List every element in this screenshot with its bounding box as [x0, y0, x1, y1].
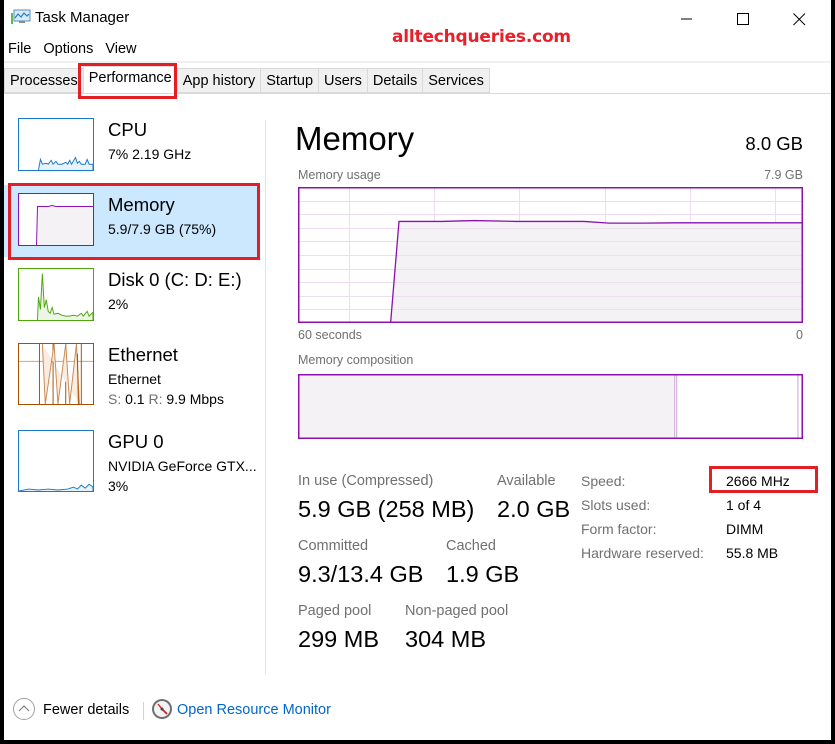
tab-users[interactable]: Users: [318, 68, 367, 93]
tab-performance[interactable]: Performance: [82, 66, 177, 94]
usage-chart-label: Memory usage: [298, 168, 381, 182]
in-use-value: 5.9 GB (258 MB): [298, 496, 475, 522]
cached-label: Cached: [446, 538, 496, 554]
tab-bar: Processes Performance App history Startu…: [4, 66, 490, 94]
hardware-reserved-label: Hardware reserved:: [581, 545, 704, 561]
available-value: 2.0 GB: [497, 496, 571, 522]
composition-in-use-segment: [298, 374, 675, 439]
slots-used-value: 1 of 4: [726, 497, 762, 513]
disk-usage-text: 2%: [108, 296, 129, 312]
composition-chart-label: Memory composition: [298, 353, 414, 367]
available-label: Available: [497, 473, 556, 489]
memory-label: Memory: [108, 194, 175, 215]
tab-startup[interactable]: Startup: [260, 68, 319, 93]
minimize-icon: [681, 18, 692, 20]
title-bar: Task Manager alltechqueries.com: [4, 0, 831, 47]
in-use-label: In use (Compressed): [298, 473, 434, 489]
usage-chart-max: 7.9 GB: [764, 168, 803, 182]
paged-pool-value: 299 MB: [298, 626, 379, 652]
sidebar-item-gpu[interactable]: GPU 0 NVIDIA GeForce GTX... 3%: [4, 422, 260, 494]
committed-label: Committed: [298, 538, 369, 554]
cpu-label: CPU: [108, 119, 148, 140]
tab-services[interactable]: Services: [422, 68, 490, 93]
sidebar-item-disk[interactable]: Disk 0 (C: D: E:) 2%: [4, 260, 260, 332]
resource-monitor-icon[interactable]: [151, 698, 173, 720]
receive-value: 9.9 Mbps: [166, 391, 224, 407]
menu-separator: [4, 61, 831, 63]
sidebar-item-ethernet[interactable]: Ethernet Ethernet S: 0.1 R: 9.9 Mbps: [4, 335, 260, 407]
main-title: Memory: [295, 120, 415, 157]
gpu-thumbnail-graph: [18, 430, 94, 492]
sidebar-item-memory[interactable]: Memory 5.9/7.9 GB (75%): [4, 185, 260, 257]
menu-view[interactable]: View: [101, 39, 141, 61]
total-memory: 8.0 GB: [745, 133, 803, 154]
slots-used-label: Slots used:: [581, 497, 651, 513]
non-paged-pool-label: Non-paged pool: [405, 603, 509, 619]
sidebar-item-cpu[interactable]: CPU 7% 2.19 GHz: [4, 110, 260, 182]
watermark: alltechqueries.com: [392, 27, 571, 47]
form-factor-label: Form factor:: [581, 521, 657, 537]
ethernet-label: Ethernet: [108, 344, 178, 365]
cpu-usage-text: 7% 2.19 GHz: [108, 146, 192, 162]
committed-value: 9.3/13.4 GB: [298, 561, 424, 587]
gpu-label: GPU 0: [108, 431, 164, 452]
maximize-icon: [736, 12, 749, 25]
speed-value: 2666 MHz: [726, 473, 790, 489]
footer-separator: [143, 702, 144, 720]
memory-composition-bar: [298, 374, 803, 439]
memory-usage-graph: [298, 187, 803, 323]
tab-details[interactable]: Details: [366, 68, 423, 93]
chevron-up-circle-icon[interactable]: [12, 697, 36, 721]
open-resource-monitor-link[interactable]: Open Resource Monitor: [177, 702, 331, 718]
menu-bar: File Options View: [4, 39, 145, 61]
close-icon: [792, 12, 805, 25]
tab-app-history[interactable]: App history: [176, 68, 261, 93]
task-manager-icon: [11, 9, 31, 24]
tab-processes[interactable]: Processes: [4, 68, 83, 93]
memory-usage-text: 5.9/7.9 GB (75%): [108, 221, 217, 237]
memory-thumbnail-graph: [18, 193, 94, 246]
sidebar-divider: [265, 120, 266, 674]
x-axis-left-label: 60 seconds: [298, 328, 362, 342]
send-label: S:: [108, 391, 122, 407]
task-manager-window: Task Manager alltechqueries.com File Opt…: [4, 0, 831, 740]
footer: Fewer details Open Resource Monitor: [4, 694, 831, 728]
disk-label: Disk 0 (C: D: E:): [108, 269, 242, 290]
paged-pool-label: Paged pool: [298, 603, 372, 619]
close-button[interactable]: [776, 5, 822, 33]
menu-file[interactable]: File: [4, 39, 36, 61]
ethernet-adapter-text: Ethernet: [108, 371, 161, 387]
minimize-button[interactable]: [664, 5, 710, 33]
ethernet-thumbnail-graph: [18, 343, 94, 405]
send-value: 0.1: [125, 391, 145, 407]
non-paged-pool-value: 304 MB: [405, 626, 486, 652]
gpu-model-text: NVIDIA GeForce GTX...: [108, 458, 257, 474]
menu-options[interactable]: Options: [39, 39, 98, 61]
form-factor-value: DIMM: [726, 521, 764, 537]
ethernet-throughput: S: 0.1 R: 9.9 Mbps: [108, 391, 224, 407]
cpu-thumbnail-graph: [18, 118, 94, 171]
cached-value: 1.9 GB: [446, 561, 520, 587]
tab-baseline: [4, 93, 831, 94]
gpu-usage-text: 3%: [108, 478, 129, 494]
x-axis-right-label: 0: [796, 328, 803, 342]
window-title: Task Manager: [35, 9, 130, 26]
speed-label: Speed:: [581, 473, 626, 489]
maximize-button[interactable]: [720, 5, 766, 33]
disk-thumbnail-graph: [18, 268, 94, 321]
receive-label: R:: [148, 391, 163, 407]
fewer-details-button[interactable]: Fewer details: [43, 702, 129, 718]
hardware-reserved-value: 55.8 MB: [726, 545, 779, 561]
